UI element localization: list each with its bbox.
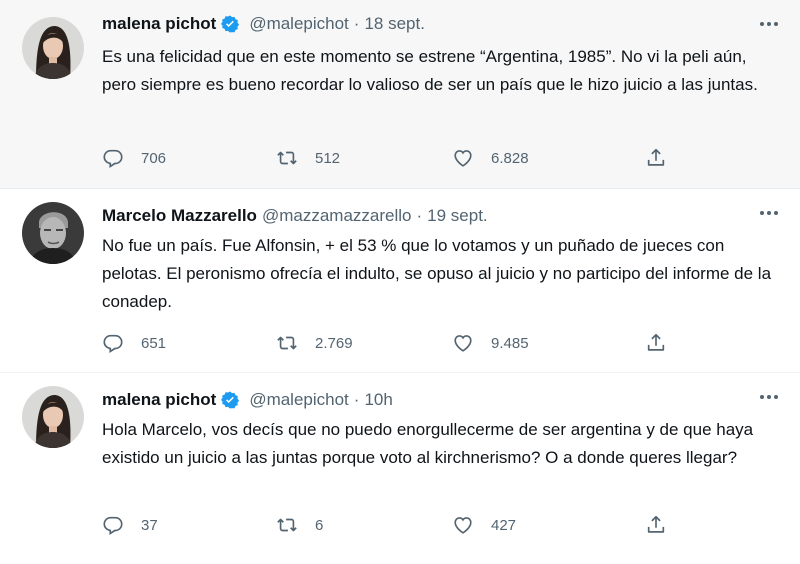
tweet-text: Hola Marcelo, vos decís que no puedo eno… [102,420,754,467]
share-icon [647,515,665,533]
tweet-text: No fue un país. Fue Alfonsin, + el 53 % … [102,236,772,311]
tweet-timestamp[interactable]: 10h [364,390,392,410]
like-button[interactable]: 6.828 [452,144,529,172]
more-options-icon[interactable] [760,385,778,409]
retweet-count: 512 [315,149,341,167]
more-options-icon[interactable] [760,201,778,225]
separator-dot: · [353,390,360,409]
like-icon [454,150,472,167]
retweet-count: 2.769 [315,334,353,352]
like-count: 9.485 [491,334,529,352]
like-icon [454,335,472,352]
verified-badge-icon [220,390,240,410]
avatar-malena-pichot[interactable] [22,386,84,448]
share-button[interactable] [645,511,667,539]
retweet-icon [277,336,297,350]
like-icon [454,517,472,534]
separator-dot: · [416,206,423,225]
tweet-header: malena pichot @malepichot · 18 sept. [102,10,425,38]
author-name[interactable]: malena pichot [102,14,216,34]
share-button[interactable] [645,329,667,357]
retweet-button[interactable]: 6 [276,511,323,539]
like-count: 6.828 [491,149,529,167]
share-icon [647,148,665,166]
retweet-button[interactable]: 2.769 [276,329,353,357]
like-button[interactable]: 427 [452,511,516,539]
author-name[interactable]: Marcelo Mazzarello [102,206,257,226]
reply-icon [103,516,123,535]
tweet-1[interactable]: malena pichot @malepichot · 18 sept. Es … [0,0,800,188]
reply-button[interactable]: 651 [102,329,166,357]
reply-button[interactable]: 706 [102,144,166,172]
tweet-timestamp[interactable]: 18 sept. [364,14,425,34]
author-name[interactable]: malena pichot [102,390,216,410]
retweet-icon [277,151,297,165]
share-button[interactable] [645,144,667,172]
reply-count: 651 [141,334,167,352]
retweet-count: 6 [315,516,324,534]
reply-icon [103,334,123,353]
author-handle[interactable]: @malepichot [249,14,348,34]
author-handle[interactable]: @malepichot [249,390,348,410]
reply-count: 37 [141,516,158,534]
reply-count: 706 [141,149,167,167]
tweet-header: Marcelo Mazzarello @mazzamazzarello · 19… [102,202,488,230]
avatar-marcelo-mazzarello[interactable] [22,202,84,264]
verified-badge-icon [220,14,240,34]
separator-dot: · [353,14,360,33]
avatar-malena-pichot[interactable] [22,17,84,79]
retweet-button[interactable]: 512 [276,144,340,172]
author-handle[interactable]: @mazzamazzarello [262,206,412,226]
more-options-icon[interactable] [760,12,778,36]
reply-button[interactable]: 37 [102,511,158,539]
like-count: 427 [491,516,517,534]
tweet-timestamp[interactable]: 19 sept. [427,206,488,226]
reply-icon [103,149,123,168]
tweet-header: malena pichot @malepichot · 10h [102,386,393,414]
tweet-2[interactable]: Marcelo Mazzarello @mazzamazzarello · 19… [0,188,800,372]
tweet-text: Es una felicidad que en este momento se … [102,47,758,94]
share-icon [647,333,665,351]
tweet-3[interactable]: malena pichot @malepichot · 10h Hola Mar… [0,372,800,552]
like-button[interactable]: 9.485 [452,329,529,357]
retweet-icon [277,518,297,532]
